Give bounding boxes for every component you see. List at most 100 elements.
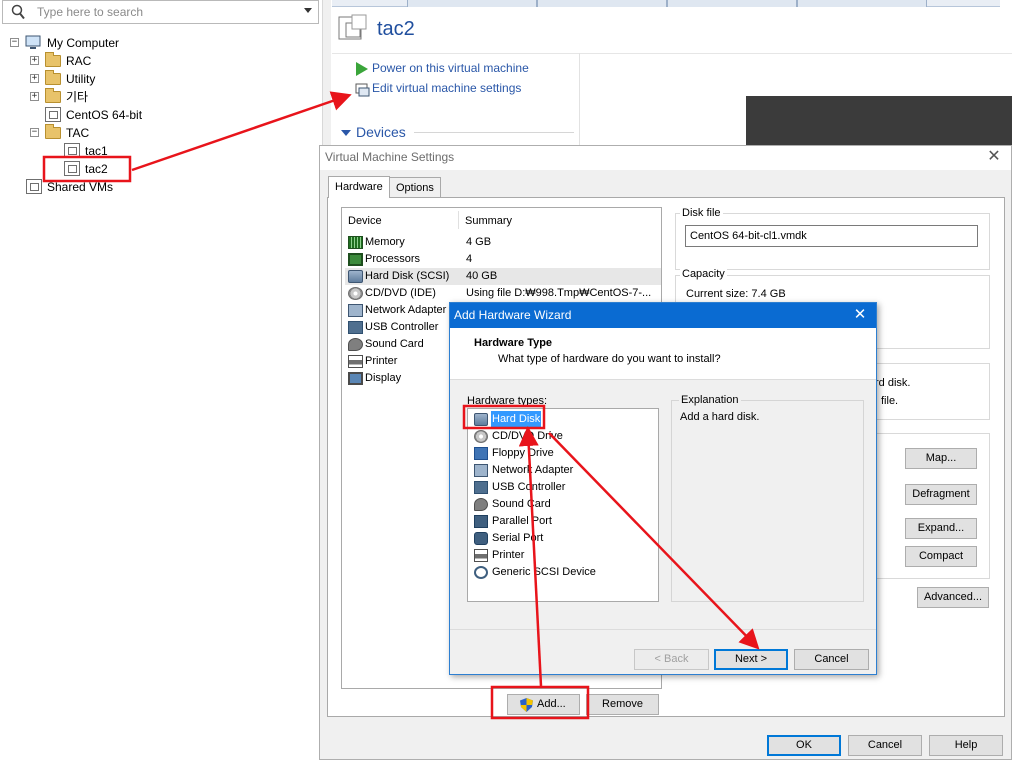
- explanation-title: Explanation: [679, 394, 741, 406]
- power-on-label: Power on this virtual machine: [372, 61, 529, 75]
- folder-icon: [45, 52, 61, 68]
- tree-item-label: tac2: [85, 162, 108, 176]
- vm-icon: [64, 161, 80, 176]
- hardware-type-label: Network Adapter: [492, 464, 574, 476]
- tab-stub[interactable]: [537, 0, 667, 7]
- collapse-icon[interactable]: −: [30, 128, 39, 137]
- hardware-type-label: USB Controller: [492, 481, 566, 493]
- help-button[interactable]: Help: [929, 735, 1003, 756]
- processor-icon: [348, 253, 363, 266]
- folder-icon: [45, 124, 61, 140]
- device-summary: 4 GB: [466, 236, 492, 248]
- edit-settings-link[interactable]: Edit virtual machine settings: [355, 81, 595, 98]
- tree-item-label: CentOS 64-bit: [66, 108, 143, 122]
- dialog-title: Virtual Machine Settings: [325, 150, 455, 164]
- back-button[interactable]: < Back: [634, 649, 709, 670]
- power-on-link[interactable]: Power on this virtual machine: [355, 61, 595, 78]
- hardware-type-label: Floppy Drive: [492, 447, 554, 459]
- play-icon: [356, 62, 368, 76]
- tab-hardware[interactable]: Hardware: [328, 176, 390, 198]
- hardware-type-label: Generic SCSI Device: [492, 566, 596, 578]
- tab-strip: [332, 0, 1000, 7]
- device-name: Display: [365, 372, 402, 384]
- disk-info-text: file.: [881, 395, 899, 407]
- wizard-title: Add Hardware Wizard: [454, 308, 572, 322]
- tab-stub[interactable]: [797, 0, 927, 7]
- map-button[interactable]: Map...: [905, 448, 977, 469]
- vm-screen-preview[interactable]: [746, 96, 1012, 146]
- memory-icon: [348, 236, 363, 249]
- explanation-text: Add a hard disk.: [680, 411, 760, 423]
- device-name: USB Controller: [365, 321, 439, 333]
- network-adapter-icon: [348, 304, 363, 317]
- tab-stub[interactable]: [667, 0, 797, 7]
- wizard-step-title: Hardware Type: [474, 337, 553, 349]
- cd-dvd-icon: [348, 287, 363, 300]
- tree-item-label: TAC: [66, 126, 90, 140]
- close-icon[interactable]: ✕: [985, 148, 1003, 166]
- device-row-processors[interactable]: Processors 4: [345, 251, 661, 268]
- expand-icon[interactable]: +: [30, 92, 39, 101]
- device-name: Hard Disk (SCSI): [365, 270, 450, 282]
- divider: [414, 132, 574, 133]
- explanation-group: [671, 400, 864, 602]
- collapse-icon[interactable]: −: [10, 38, 19, 47]
- device-row-hard-disk[interactable]: Hard Disk (SCSI) 40 GB: [345, 268, 661, 285]
- vm-icon: [64, 143, 80, 158]
- tree-item-label: 기타: [66, 90, 89, 104]
- column-header-summary[interactable]: Summary: [465, 215, 512, 227]
- expand-icon[interactable]: +: [30, 74, 39, 83]
- wizard-step-subtitle: What type of hardware do you want to ins…: [498, 353, 721, 365]
- tab-options[interactable]: Options: [389, 177, 441, 197]
- shared-vms-icon: [26, 179, 42, 194]
- parallel-port-icon: [474, 515, 488, 528]
- disk-file-field[interactable]: CentOS 64-bit-cl1.vmdk: [685, 225, 978, 247]
- sound-card-icon: [474, 498, 488, 511]
- column-separator[interactable]: [458, 211, 459, 229]
- vm-large-icon: [338, 14, 368, 44]
- device-name: Printer: [365, 355, 398, 367]
- hardware-types-list[interactable]: Hard Disk CD/DVD Drive Floppy Drive Netw…: [467, 408, 659, 602]
- devices-header[interactable]: Devices: [356, 124, 406, 140]
- device-summary: 4: [466, 253, 473, 265]
- ok-button[interactable]: OK: [767, 735, 841, 756]
- remove-button[interactable]: Remove: [586, 694, 659, 715]
- advanced-button[interactable]: Advanced...: [917, 587, 989, 608]
- next-button[interactable]: Next >: [714, 649, 788, 670]
- search-input[interactable]: [37, 3, 297, 21]
- device-row-memory[interactable]: Memory 4 GB: [345, 234, 661, 251]
- device-name: Sound Card: [365, 338, 424, 350]
- defragment-button[interactable]: Defragment: [905, 484, 977, 505]
- settings-icon: [355, 83, 370, 97]
- printer-icon: [474, 549, 488, 562]
- device-summary: 40 GB: [466, 270, 498, 282]
- display-icon: [348, 372, 363, 385]
- column-header-device[interactable]: Device: [348, 215, 382, 227]
- device-name: Processors: [365, 253, 421, 265]
- network-adapter-icon: [474, 464, 488, 477]
- expand-icon[interactable]: +: [30, 56, 39, 65]
- hard-disk-icon: [348, 270, 363, 283]
- hardware-type-label: Parallel Port: [492, 515, 552, 527]
- tab-stub[interactable]: [407, 0, 537, 7]
- add-button[interactable]: Add...: [507, 694, 580, 715]
- cancel-button[interactable]: Cancel: [848, 735, 922, 756]
- tree-item-label: tac1: [85, 144, 108, 158]
- close-icon[interactable]: ✕: [852, 306, 868, 324]
- cd-dvd-icon: [474, 430, 488, 443]
- tree-item-label: Shared VMs: [47, 180, 114, 194]
- floppy-icon: [474, 447, 488, 460]
- collapse-arrow-icon[interactable]: [341, 130, 351, 136]
- compact-button[interactable]: Compact: [905, 546, 977, 567]
- vm-icon: [45, 107, 61, 122]
- hardware-type-label: CD/DVD Drive: [492, 430, 563, 442]
- device-row-cd-dvd[interactable]: CD/DVD (IDE) Using file D:₩998.Tmp₩CentO…: [345, 285, 661, 302]
- printer-icon: [348, 355, 363, 368]
- search-dropdown-icon[interactable]: [304, 8, 312, 13]
- wizard-cancel-button[interactable]: Cancel: [794, 649, 869, 670]
- folder-icon: [45, 88, 61, 104]
- disk-info-text: rd disk.: [875, 377, 911, 389]
- expand-button[interactable]: Expand...: [905, 518, 977, 539]
- computer-icon: [25, 35, 41, 49]
- search-box[interactable]: [2, 0, 319, 24]
